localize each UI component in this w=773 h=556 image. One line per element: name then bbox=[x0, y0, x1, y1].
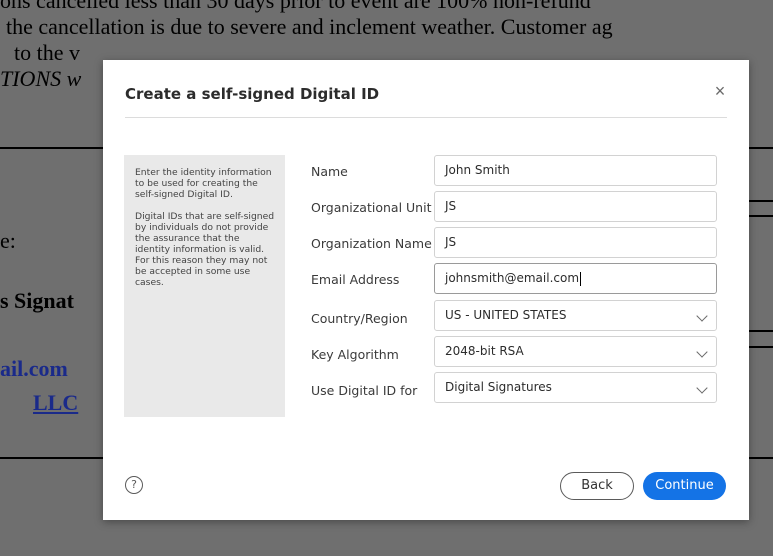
doc-text-line: TIONS w bbox=[0, 66, 82, 91]
country-label: Country/Region bbox=[311, 311, 408, 326]
doc-text-line: to the v bbox=[14, 40, 80, 65]
country-value: US - UNITED STATES bbox=[445, 308, 567, 322]
doc-company-link: LLC bbox=[33, 390, 79, 415]
doc-text-line: the cancellation is due to severe and in… bbox=[6, 14, 613, 39]
org-unit-label: Organizational Unit bbox=[311, 200, 432, 215]
name-label: Name bbox=[311, 164, 348, 179]
close-icon[interactable]: × bbox=[711, 82, 729, 100]
use-for-label: Use Digital ID for bbox=[311, 383, 418, 398]
doc-divider bbox=[745, 200, 773, 202]
doc-text-line: e: bbox=[0, 228, 16, 253]
chevron-down-icon bbox=[696, 346, 708, 358]
org-unit-value: JS bbox=[445, 199, 457, 213]
org-name-input[interactable]: JS bbox=[434, 227, 717, 258]
help-icon[interactable]: ? bbox=[125, 476, 143, 494]
chevron-down-icon bbox=[696, 310, 708, 322]
doc-divider bbox=[745, 346, 773, 348]
key-algorithm-label: Key Algorithm bbox=[311, 347, 399, 362]
key-algorithm-value: 2048-bit RSA bbox=[445, 344, 524, 358]
key-algorithm-select[interactable]: 2048-bit RSA bbox=[434, 336, 717, 367]
org-unit-input[interactable]: JS bbox=[434, 191, 717, 222]
org-name-value: JS bbox=[445, 235, 457, 249]
use-for-select[interactable]: Digital Signatures bbox=[434, 372, 717, 403]
info-panel: Enter the identity information to be use… bbox=[124, 155, 285, 417]
info-warning-text: Digital IDs that are self-signed by indi… bbox=[135, 211, 275, 288]
email-label: Email Address bbox=[311, 272, 400, 287]
email-input[interactable]: johnsmith@email.com bbox=[434, 263, 717, 294]
info-text: Enter the identity information to be use… bbox=[135, 167, 272, 200]
doc-text-line: ons cancelled less than 30 days prior to… bbox=[0, 0, 591, 13]
chevron-down-icon bbox=[696, 382, 708, 394]
country-select[interactable]: US - UNITED STATES bbox=[434, 300, 717, 331]
continue-button[interactable]: Continue bbox=[643, 472, 726, 500]
create-digital-id-dialog: Create a self-signed Digital ID × Enter … bbox=[103, 60, 749, 520]
use-for-value: Digital Signatures bbox=[445, 380, 552, 394]
doc-divider bbox=[745, 330, 773, 332]
name-input[interactable]: John Smith bbox=[434, 155, 717, 186]
email-value: johnsmith@email.com bbox=[445, 271, 580, 285]
doc-text-line: s Signat bbox=[0, 288, 74, 313]
name-value: John Smith bbox=[445, 163, 510, 177]
title-divider bbox=[125, 117, 727, 118]
dialog-title: Create a self-signed Digital ID bbox=[125, 85, 380, 103]
back-button[interactable]: Back bbox=[560, 472, 634, 500]
doc-divider bbox=[745, 215, 773, 217]
text-cursor bbox=[580, 271, 582, 286]
doc-email-text: ail.com bbox=[0, 356, 68, 381]
org-name-label: Organization Name bbox=[311, 236, 432, 251]
